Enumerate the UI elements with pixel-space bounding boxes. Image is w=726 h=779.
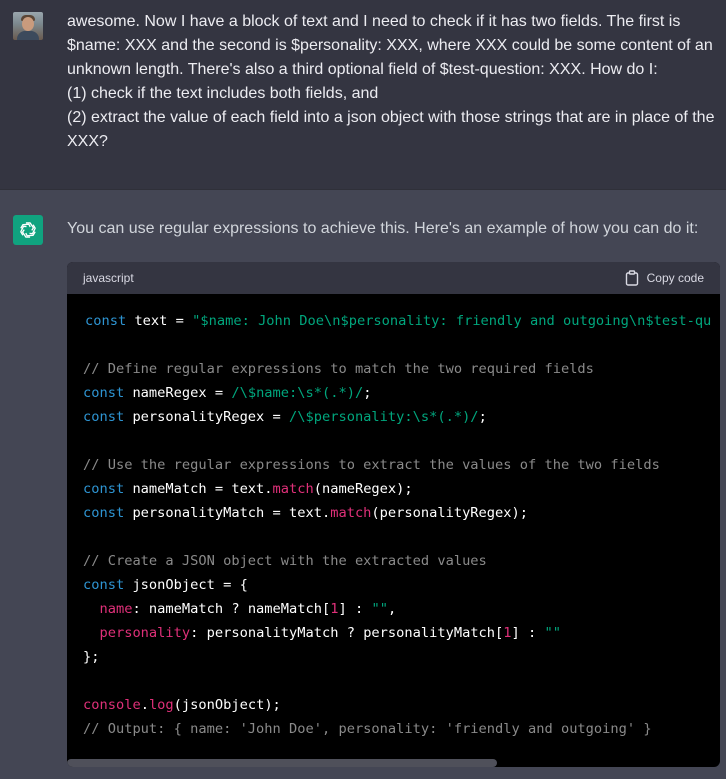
code-token: personality <box>99 625 191 641</box>
code-token: // Output: { name: 'John Doe', personali… <box>83 721 652 737</box>
code-token: }; <box>83 649 100 665</box>
code-token: name <box>99 601 133 617</box>
code-line: // Create a JSON object with the extract… <box>83 549 487 573</box>
user-message-line: $name: XXX and the second is $personalit… <box>67 37 713 54</box>
code-line: personality: personalityMatch ? personal… <box>83 621 561 645</box>
code-token: "" <box>371 601 388 617</box>
code-token: nameRegex = <box>124 385 232 401</box>
code-line: }; <box>83 645 99 669</box>
code-token: const <box>83 385 125 401</box>
user-message-line: (1) check if the text includes both fiel… <box>67 85 379 102</box>
code-token: jsonObject = { <box>124 577 248 593</box>
user-message-line: unknown length. There's also a third opt… <box>67 61 658 78</box>
code-block-header: javascript Copy code <box>67 262 720 294</box>
code-content[interactable]: const text = "$name: John Doe\n$personal… <box>67 294 720 767</box>
code-token: match <box>330 505 372 521</box>
code-line: console.log(jsonObject); <box>83 693 281 717</box>
user-message-block: awesome. Now I have a block of text and … <box>0 0 726 190</box>
clipboard-icon <box>625 270 638 286</box>
code-token: (jsonObject); <box>173 697 281 713</box>
code-line: const personalityRegex = /\$personality:… <box>83 405 487 429</box>
user-avatar <box>13 12 43 40</box>
code-token: console <box>83 697 141 713</box>
code-token: ; <box>363 385 372 401</box>
code-token: const <box>83 577 125 593</box>
code-token: ; <box>478 409 487 425</box>
code-line: const text = "$name: John Doe\n$personal… <box>85 309 711 333</box>
assistant-message-block: You can use regular expressions to achie… <box>0 190 726 779</box>
code-line: // Define regular expressions to match t… <box>83 357 594 381</box>
code-token: // Create a JSON object with the extract… <box>83 553 487 569</box>
code-token: ] : <box>338 601 372 617</box>
code-token: log <box>148 697 174 713</box>
code-line: // Output: { name: 'John Doe', personali… <box>83 717 652 741</box>
code-token: : nameMatch ? nameMatch[ <box>132 601 331 617</box>
code-block: javascript Copy code const text = "$name… <box>67 262 720 767</box>
code-token: const <box>83 481 125 497</box>
user-message-line: (2) extract the value of each field into… <box>67 109 715 126</box>
copy-code-label: Copy code <box>646 271 704 285</box>
code-token: const <box>85 313 127 329</box>
code-token: . <box>140 697 149 713</box>
code-token: ] : <box>511 625 545 641</box>
code-token: // Use the regular expressions to extrac… <box>83 457 660 473</box>
code-token: nameMatch = text. <box>124 481 273 497</box>
user-message-line: XXX? <box>67 133 108 150</box>
user-message-line: awesome. Now I have a block of text and … <box>67 13 681 30</box>
code-token: personalityRegex = <box>124 409 290 425</box>
code-token: /\$name:\s*(.*)/ <box>231 385 364 401</box>
code-token: const <box>83 505 125 521</box>
code-token: /\$personality:\s*(.*)/ <box>289 409 479 425</box>
code-token: const <box>83 409 125 425</box>
code-token: text = <box>126 313 193 329</box>
horizontal-scrollbar[interactable] <box>67 759 497 767</box>
code-token: , <box>387 601 397 617</box>
code-line: const nameMatch = text.match(nameRegex); <box>83 477 413 501</box>
code-token: (personalityRegex); <box>371 505 528 521</box>
openai-logo-icon <box>13 215 43 245</box>
code-line: const personalityMatch = text.match(pers… <box>83 501 528 525</box>
code-token: // Define regular expressions to match t… <box>83 361 594 377</box>
code-token: "$name: John Doe\n$personality: friendly… <box>192 313 712 329</box>
user-message-text: awesome. Now I have a block of text and … <box>67 10 717 154</box>
code-line: // Use the regular expressions to extrac… <box>83 453 660 477</box>
code-token: (nameRegex); <box>313 481 413 497</box>
code-language-label: javascript <box>83 271 134 285</box>
code-token: personalityMatch = text. <box>124 505 331 521</box>
code-token: : personalityMatch ? personalityMatch[ <box>190 625 504 641</box>
code-line: name: nameMatch ? nameMatch[1] : "", <box>83 597 396 621</box>
code-line: const nameRegex = /\$name:\s*(.*)/; <box>83 381 371 405</box>
code-token: "" <box>544 625 561 641</box>
code-token: 1 <box>503 625 512 641</box>
code-token: match <box>272 481 314 497</box>
assistant-intro-text: You can use regular expressions to achie… <box>67 220 699 237</box>
copy-code-button[interactable]: Copy code <box>625 270 704 286</box>
code-line: const jsonObject = { <box>83 573 248 597</box>
